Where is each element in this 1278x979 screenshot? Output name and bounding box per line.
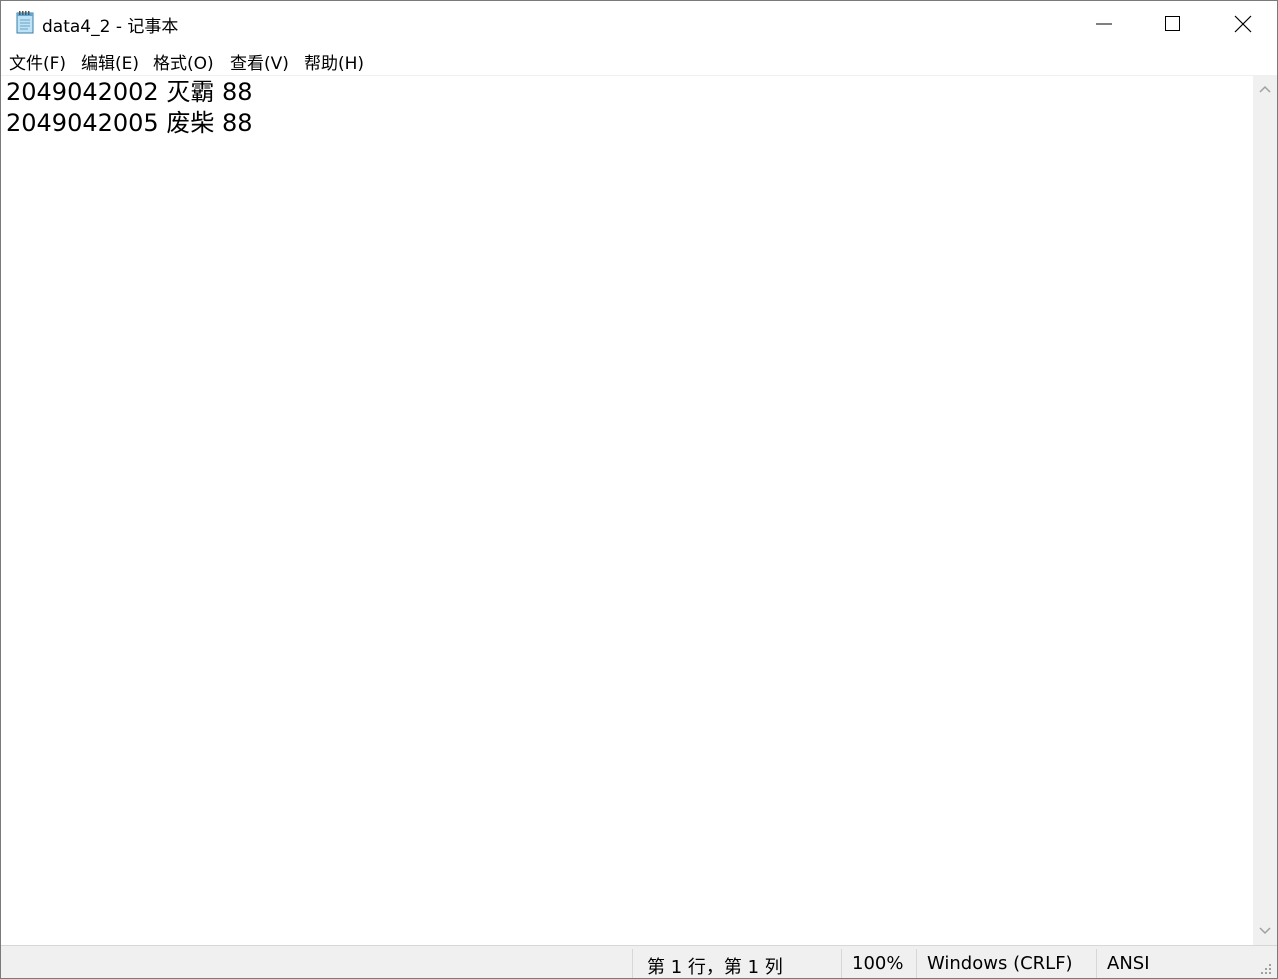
- vertical-scrollbar[interactable]: [1253, 75, 1277, 945]
- menu-help[interactable]: 帮助(H): [304, 49, 364, 74]
- menu-bar: 文件(F) 编辑(E) 格式(O) 查看(V) 帮助(H): [1, 45, 1277, 75]
- zoom-level: 100%: [852, 953, 904, 974]
- menu-edit[interactable]: 编辑(E): [81, 49, 139, 74]
- minimize-icon: [1096, 23, 1112, 25]
- maximize-icon: [1165, 16, 1180, 31]
- close-icon: [1234, 15, 1252, 33]
- status-divider: [1096, 949, 1097, 978]
- window-title: data4_2 - 记事本: [42, 17, 179, 37]
- encoding: ANSI: [1107, 953, 1150, 974]
- menu-format[interactable]: 格式(O): [153, 49, 214, 74]
- scroll-down-icon[interactable]: [1253, 921, 1277, 941]
- status-divider: [841, 949, 842, 978]
- line-ending: Windows (CRLF): [927, 953, 1073, 974]
- status-divider: [632, 949, 633, 978]
- text-editor[interactable]: 2049042002 灭霸 88 2049042005 废柴 88: [1, 75, 1253, 946]
- notepad-icon: [16, 11, 34, 34]
- maximize-button[interactable]: [1138, 1, 1207, 45]
- status-bar: 第 1 行，第 1 列 100% Windows (CRLF) ANSI: [1, 945, 1277, 978]
- menu-file[interactable]: 文件(F): [9, 49, 66, 74]
- text-line[interactable]: 2049042005 废柴 88: [6, 108, 253, 139]
- scroll-up-icon[interactable]: [1253, 79, 1277, 99]
- notepad-window: data4_2 - 记事本 文件(F) 编辑(E) 格式(O) 查看(V) 帮助…: [0, 0, 1278, 979]
- minimize-button[interactable]: [1069, 1, 1138, 45]
- text-line[interactable]: 2049042002 灭霸 88: [6, 77, 253, 108]
- title-bar[interactable]: data4_2 - 记事本: [1, 1, 1277, 45]
- resize-grip-icon[interactable]: [1259, 962, 1273, 976]
- cursor-position: 第 1 行，第 1 列: [647, 957, 783, 978]
- status-divider: [916, 949, 917, 978]
- close-button[interactable]: [1208, 1, 1277, 45]
- menu-view[interactable]: 查看(V): [230, 49, 289, 74]
